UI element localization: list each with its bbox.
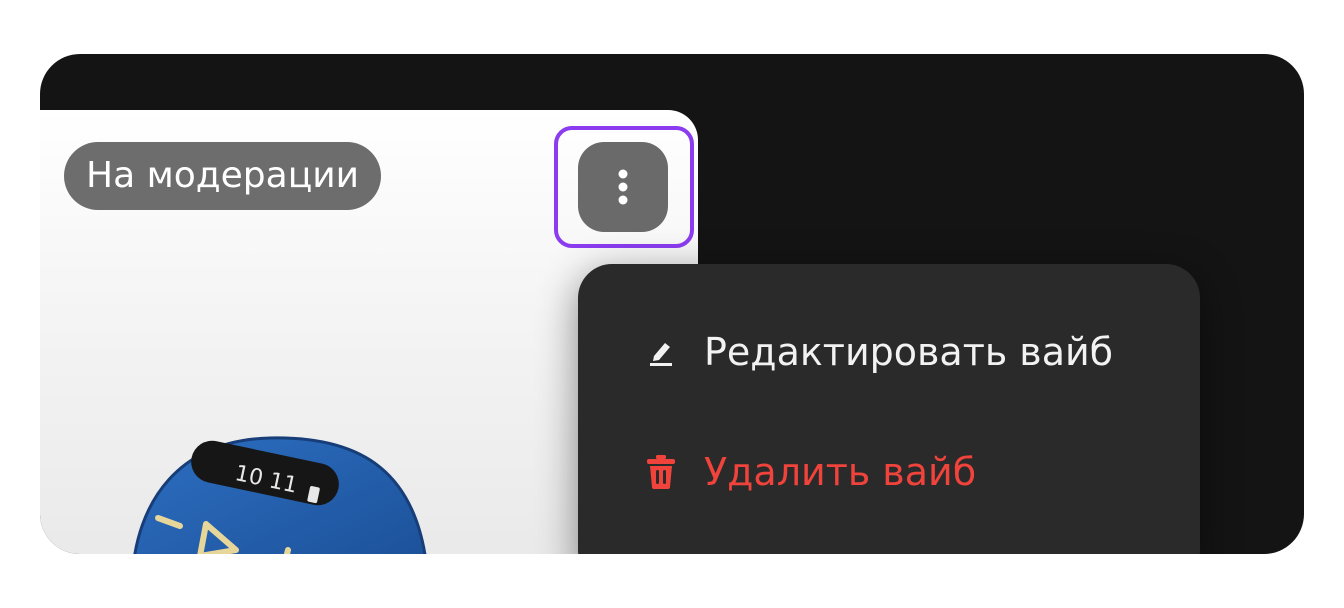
menu-item-delete-vibe[interactable]: Удалить вайб <box>642 432 976 512</box>
trash-icon <box>642 453 680 491</box>
menu-item-edit-vibe[interactable]: Редактировать вайб <box>642 312 1113 392</box>
menu-item-label: Редактировать вайб <box>704 330 1114 374</box>
status-badge: На модерации <box>64 142 382 210</box>
context-menu: Редактировать вайб Удалить вайб <box>578 264 1200 554</box>
menu-item-label: Удалить вайб <box>704 450 977 494</box>
pencil-icon <box>642 333 680 371</box>
screen-frame: 10 11 На модерации Редактировать вайб Уд… <box>40 54 1304 554</box>
highlight-outline <box>554 126 694 248</box>
